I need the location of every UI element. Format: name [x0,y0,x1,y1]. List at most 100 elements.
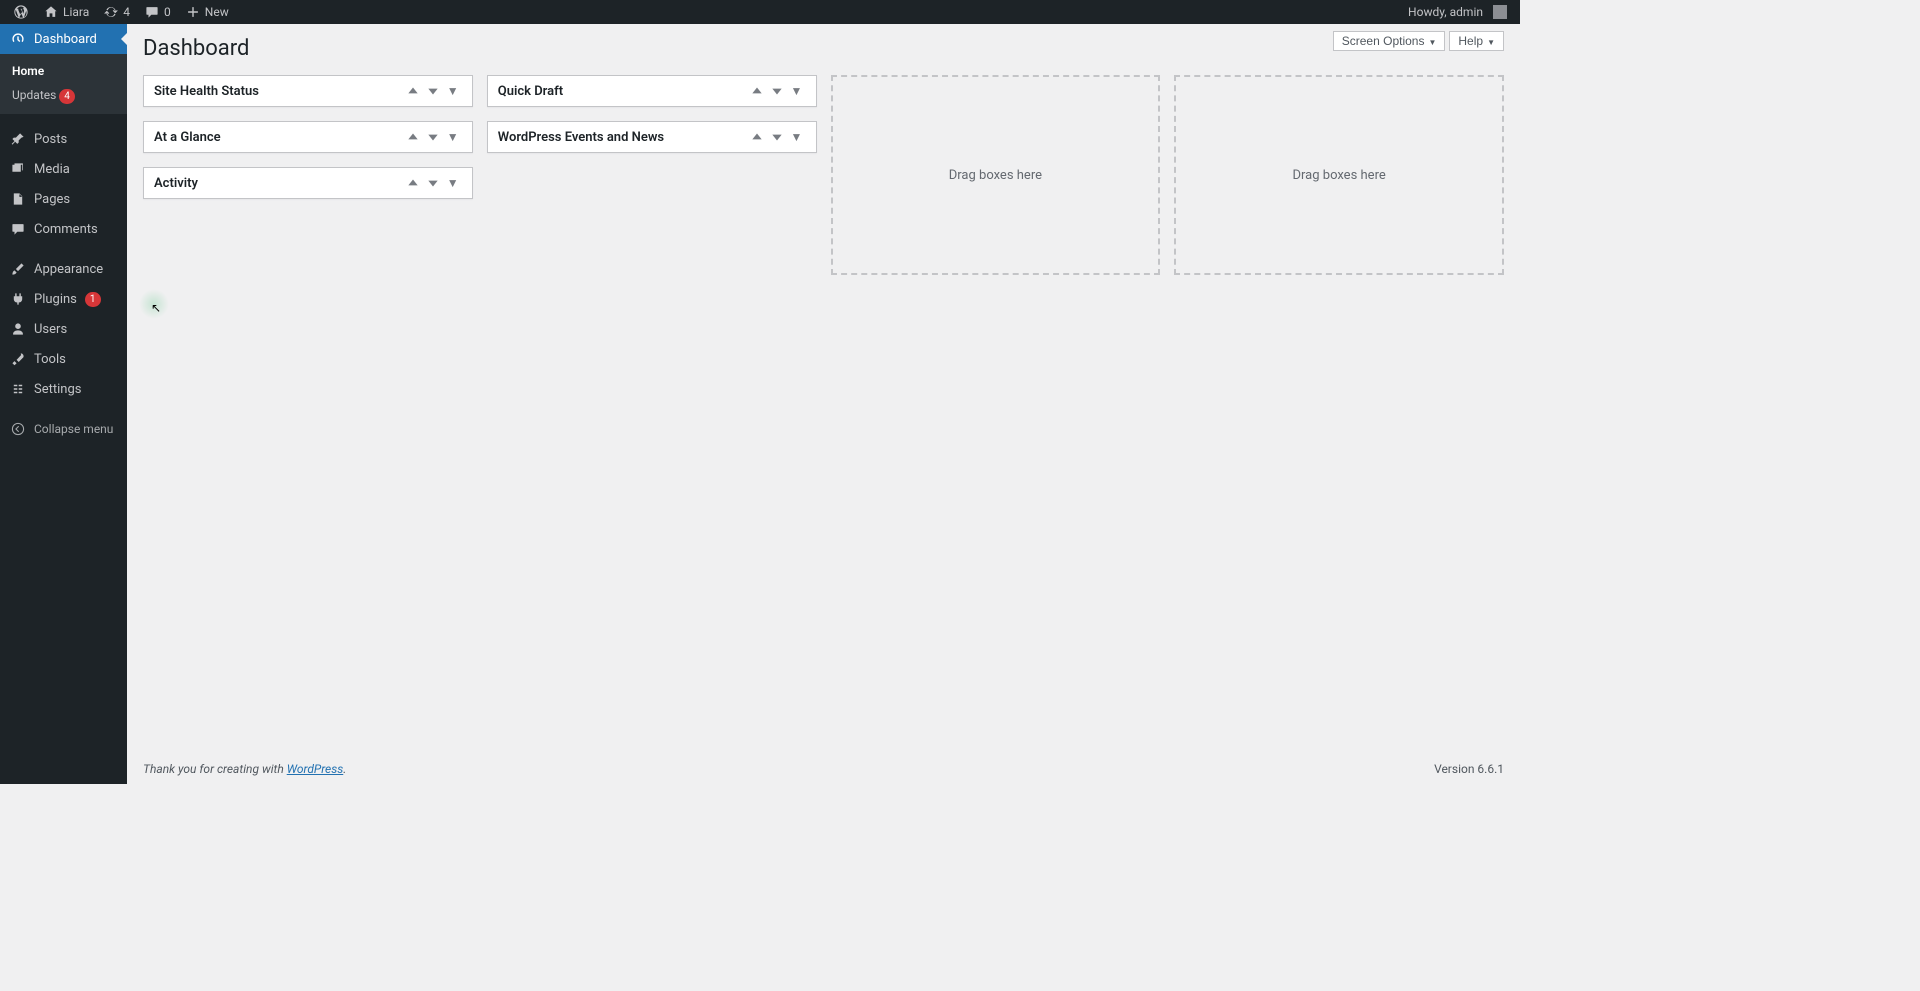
widget-title: Quick Draft [498,84,563,99]
menu-separator [0,404,127,414]
move-down-button[interactable] [424,81,442,101]
screen-options-button[interactable]: Screen Options [1333,31,1446,51]
menu-tools[interactable]: Tools [0,344,127,374]
updates-link[interactable]: 4 [96,0,137,24]
move-down-button[interactable] [768,127,786,147]
widget-events-news: WordPress Events and News ▼ [487,121,817,153]
menu-plugins-label: Plugins [34,292,77,307]
footer-thankyou: Thank you for creating with WordPress. [143,762,346,776]
user-icon [10,321,26,337]
widget-column-4: Drag boxes here [1174,75,1504,275]
drop-zone-label: Drag boxes here [949,168,1042,183]
plugins-badge: 1 [85,292,101,307]
toggle-button[interactable]: ▼ [444,173,462,193]
widget-handle-actions: ▼ [748,81,806,101]
widget-header[interactable]: Activity ▼ [144,168,472,198]
footer-version: Version 6.6.1 [1434,762,1504,776]
menu-users-label: Users [34,322,67,337]
widget-activity: Activity ▼ [143,167,473,199]
avatar-icon [1493,5,1507,19]
submenu-dashboard: Home Updates 4 [0,54,127,114]
toggle-button[interactable]: ▼ [444,81,462,101]
widget-title: Activity [154,176,198,191]
menu-appearance[interactable]: Appearance [0,254,127,284]
menu-appearance-label: Appearance [34,262,103,277]
widget-handle-actions: ▼ [404,81,462,101]
pin-icon [10,131,26,147]
chevron-down-icon [1483,34,1495,48]
toggle-button[interactable]: ▼ [788,127,806,147]
plugin-icon [10,291,26,307]
drop-zone[interactable]: Drag boxes here [1174,75,1504,275]
menu-separator [0,244,127,254]
menu-separator [0,114,127,124]
comments-icon [10,221,26,237]
submenu-home[interactable]: Home [0,59,127,83]
menu-dashboard-label: Dashboard [34,32,97,47]
settings-icon [10,381,26,397]
dashboard-icon [10,31,26,47]
home-icon [43,4,59,20]
page-title: Dashboard [143,24,1504,67]
move-up-button[interactable] [748,127,766,147]
site-name-link[interactable]: Liara [36,0,96,24]
widget-header[interactable]: Quick Draft ▼ [488,76,816,106]
admin-footer: Thank you for creating with WordPress. V… [127,754,1520,784]
widget-handle-actions: ▼ [404,127,462,147]
widget-header[interactable]: WordPress Events and News ▼ [488,122,816,152]
menu-comments-label: Comments [34,222,98,237]
greeting-text: Howdy, admin [1408,5,1483,19]
submenu-updates[interactable]: Updates 4 [0,83,127,109]
widget-title: Site Health Status [154,84,259,99]
toggle-button[interactable]: ▼ [788,81,806,101]
widget-header[interactable]: Site Health Status ▼ [144,76,472,106]
move-up-button[interactable] [748,81,766,101]
menu-users[interactable]: Users [0,314,127,344]
widget-handle-actions: ▼ [748,127,806,147]
menu-comments[interactable]: Comments [0,214,127,244]
page-icon [10,191,26,207]
collapse-menu[interactable]: Collapse menu [0,414,127,444]
widget-title: WordPress Events and News [498,130,664,145]
account-link[interactable]: Howdy, admin [1401,0,1514,24]
menu-dashboard[interactable]: Dashboard [0,24,127,54]
dashboard-widgets: Site Health Status ▼ At a Glance ▼ [143,75,1504,275]
widget-column-2: Quick Draft ▼ WordPress Events and News … [487,75,817,275]
plus-icon [185,4,201,20]
widget-header[interactable]: At a Glance ▼ [144,122,472,152]
drop-zone[interactable]: Drag boxes here [831,75,1161,275]
move-down-button[interactable] [424,127,442,147]
chevron-down-icon [1424,34,1436,48]
comments-count: 0 [164,5,171,19]
content-area: Screen Options Help Dashboard Site Healt… [127,24,1520,784]
wrench-icon [10,351,26,367]
admin-bar: Liara 4 0 New Howdy, admin [0,0,1520,24]
toggle-button[interactable]: ▼ [444,127,462,147]
new-label: New [205,5,229,19]
admin-bar-left: Liara 4 0 New [6,0,236,24]
wp-logo-menu[interactable] [6,0,36,24]
wordpress-logo-icon [13,4,29,20]
menu-pages[interactable]: Pages [0,184,127,214]
move-up-button[interactable] [404,81,422,101]
site-name-text: Liara [63,5,89,19]
menu-plugins[interactable]: Plugins 1 [0,284,127,314]
new-content-link[interactable]: New [178,0,236,24]
comments-link[interactable]: 0 [137,0,178,24]
move-down-button[interactable] [768,81,786,101]
wordpress-link[interactable]: WordPress [287,762,344,776]
menu-settings[interactable]: Settings [0,374,127,404]
menu-media[interactable]: Media [0,154,127,184]
move-down-button[interactable] [424,173,442,193]
updates-badge: 4 [59,89,75,104]
move-up-button[interactable] [404,127,422,147]
widget-column-1: Site Health Status ▼ At a Glance ▼ [143,75,473,275]
widget-title: At a Glance [154,130,221,145]
menu-posts[interactable]: Posts [0,124,127,154]
move-up-button[interactable] [404,173,422,193]
menu-tools-label: Tools [34,352,66,367]
help-button[interactable]: Help [1449,31,1504,51]
comment-icon [144,4,160,20]
screen-meta-links: Screen Options Help [1333,31,1504,51]
drop-zone-label: Drag boxes here [1293,168,1386,183]
